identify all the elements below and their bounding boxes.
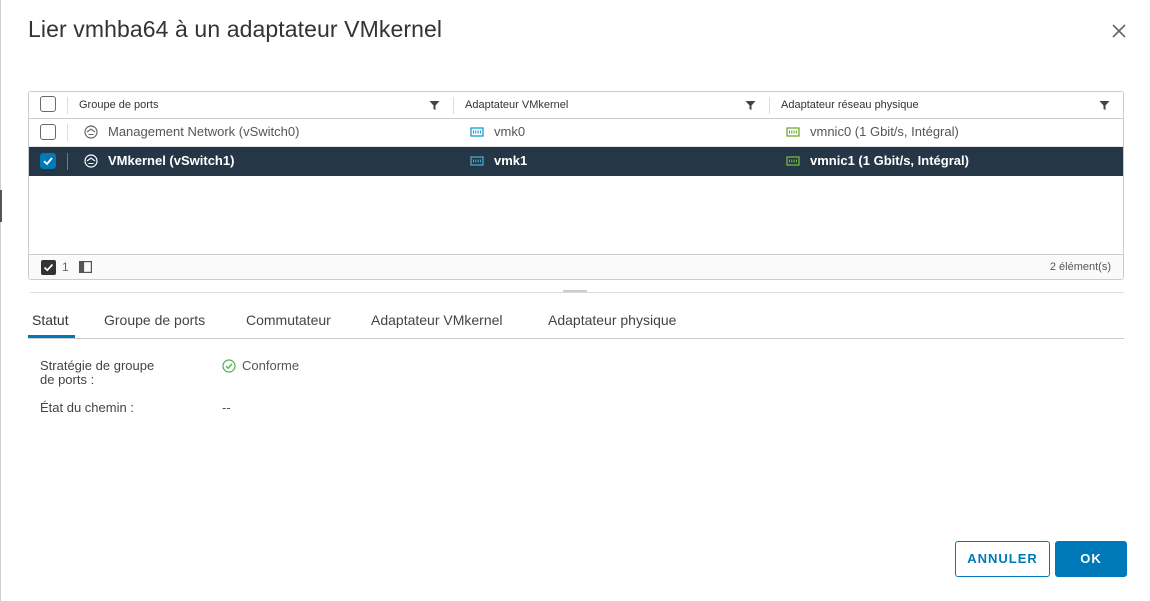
tab-physical-adapter[interactable]: Adaptateur physique	[548, 312, 676, 338]
port-group-name: VMkernel (vSwitch1)	[108, 153, 235, 168]
physical-adapter-name: vmnic0 (1 Gbit/s, Intégral)	[810, 124, 959, 139]
policy-label-continued: de ports :	[40, 372, 95, 387]
port-group-name: Management Network (vSwitch0)	[108, 124, 300, 139]
column-header-physical-adapter[interactable]: Adaptateur réseau physique	[781, 92, 919, 119]
vmkernel-adapter-grid: Groupe de ports Adaptateur VMkernel Adap…	[28, 91, 1124, 280]
table-row[interactable]: Management Network (vSwitch0) vmk0 vmnic…	[29, 118, 1123, 147]
column-header-vmkernel[interactable]: Adaptateur VMkernel	[465, 92, 568, 119]
active-tab-indicator	[28, 335, 75, 338]
vmkernel-adapter-name: vmk1	[494, 153, 528, 168]
dialog-title: Lier vmhba64 à un adaptateur VMkernel	[28, 16, 443, 42]
column-separator	[67, 124, 68, 141]
detail-tabs: Statut Groupe de ports Commutateur Adapt…	[28, 312, 1124, 339]
column-separator	[67, 97, 68, 114]
grid-header: Groupe de ports Adaptateur VMkernel Adap…	[29, 92, 1123, 119]
column-header-port-group[interactable]: Groupe de ports	[79, 92, 159, 119]
close-icon[interactable]	[1108, 20, 1130, 42]
window-edge-marker	[0, 190, 2, 222]
row-checkbox-checked[interactable]	[40, 153, 56, 169]
panel-divider	[30, 292, 1124, 293]
physical-nic-icon	[786, 127, 800, 137]
path-state-label: État du chemin :	[40, 400, 134, 415]
policy-label: Stratégie de groupe	[40, 358, 155, 373]
ok-button[interactable]: OK	[1055, 541, 1127, 577]
table-row-selected[interactable]: VMkernel (vSwitch1) vmk1 vmnic1 (1 Gbit/…	[29, 147, 1123, 176]
filter-icon[interactable]	[1099, 100, 1110, 111]
tab-vmkernel-adapter[interactable]: Adaptateur VMkernel	[371, 312, 503, 338]
column-separator	[769, 97, 770, 114]
vmkernel-adapter-name: vmk0	[494, 124, 526, 139]
port-group-icon	[84, 154, 98, 168]
column-separator	[453, 97, 454, 114]
physical-adapter-name: vmnic1 (1 Gbit/s, Intégral)	[810, 153, 969, 168]
port-group-icon	[84, 125, 98, 139]
tab-switch[interactable]: Commutateur	[246, 312, 331, 338]
filter-icon[interactable]	[745, 100, 756, 111]
cancel-button[interactable]: ANNULER	[955, 541, 1050, 577]
column-separator	[67, 153, 68, 170]
vmkernel-adapter-icon	[470, 156, 484, 166]
selection-check-icon[interactable]	[41, 260, 56, 275]
filter-icon[interactable]	[429, 100, 440, 111]
resize-handle[interactable]	[563, 290, 587, 292]
grid-footer: 1 2 élément(s)	[29, 254, 1123, 279]
window-edge	[0, 0, 1, 601]
check-circle-icon	[222, 359, 236, 373]
select-all-checkbox[interactable]	[40, 96, 56, 112]
item-count: 2 élément(s)	[1049, 261, 1111, 273]
row-checkbox[interactable]	[40, 124, 56, 140]
policy-value: Conforme	[242, 358, 300, 373]
tab-port-group[interactable]: Groupe de ports	[104, 312, 205, 338]
selected-count: 1	[62, 260, 69, 274]
column-toggle-icon[interactable]	[79, 261, 92, 273]
vmkernel-adapter-icon	[470, 127, 484, 137]
path-state-value: --	[222, 400, 231, 415]
physical-nic-icon	[786, 156, 800, 166]
